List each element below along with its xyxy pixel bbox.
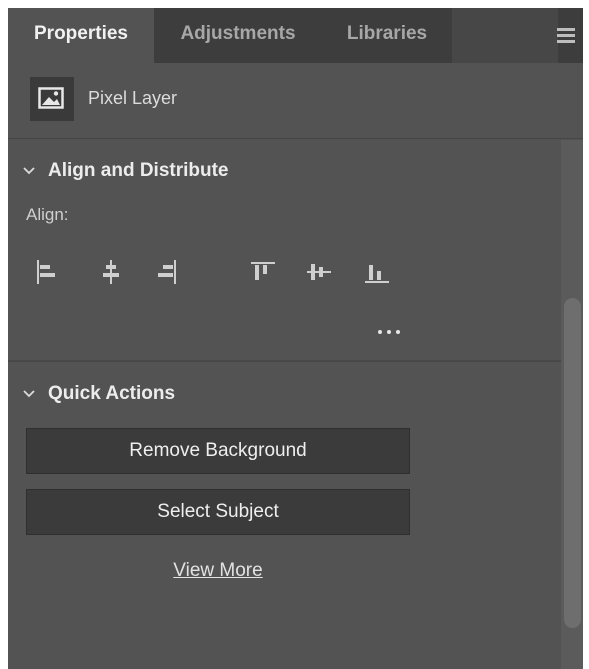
layer-kind-label: Pixel Layer <box>88 88 178 108</box>
select-subject-button[interactable]: Select Subject <box>26 489 410 535</box>
view-more-link[interactable]: View More <box>8 560 428 582</box>
more-options-icon[interactable] <box>370 321 408 343</box>
align-vertical-centers-icon[interactable] <box>302 255 336 289</box>
tab-properties[interactable]: Properties <box>8 8 154 63</box>
align-top-edges-icon[interactable] <box>246 255 280 289</box>
section-divider <box>8 360 561 362</box>
hamburger-menu-icon[interactable] <box>555 25 577 45</box>
quick-actions-header[interactable]: Quick Actions <box>22 383 175 405</box>
align-left-edges-icon[interactable] <box>30 255 64 289</box>
align-bottom-edges-icon[interactable] <box>360 255 394 289</box>
remove-background-button[interactable]: Remove Background <box>26 428 410 474</box>
align-distribute-header[interactable]: Align and Distribute <box>22 160 229 182</box>
tab-bar: Properties Adjustments Libraries <box>8 8 583 63</box>
chevron-down-icon <box>23 167 35 175</box>
quick-actions-title: Quick Actions <box>48 383 176 404</box>
align-distribute-title: Align and Distribute <box>48 160 229 181</box>
align-right-edges-icon[interactable] <box>149 255 183 289</box>
tab-libraries[interactable]: Libraries <box>322 8 452 63</box>
pixel-layer-icon <box>30 77 74 121</box>
layer-kind-row: Pixel Layer <box>8 63 583 139</box>
tab-adjustments[interactable]: Adjustments <box>154 8 322 63</box>
tab-bar-filler <box>452 8 558 63</box>
scrollbar-thumb[interactable] <box>564 298 581 628</box>
properties-panel: Properties Adjustments Libraries Pixel L… <box>8 8 583 669</box>
chevron-down-icon <box>23 390 35 398</box>
align-label: Align: <box>26 205 69 224</box>
align-horizontal-centers-icon[interactable] <box>94 255 128 289</box>
